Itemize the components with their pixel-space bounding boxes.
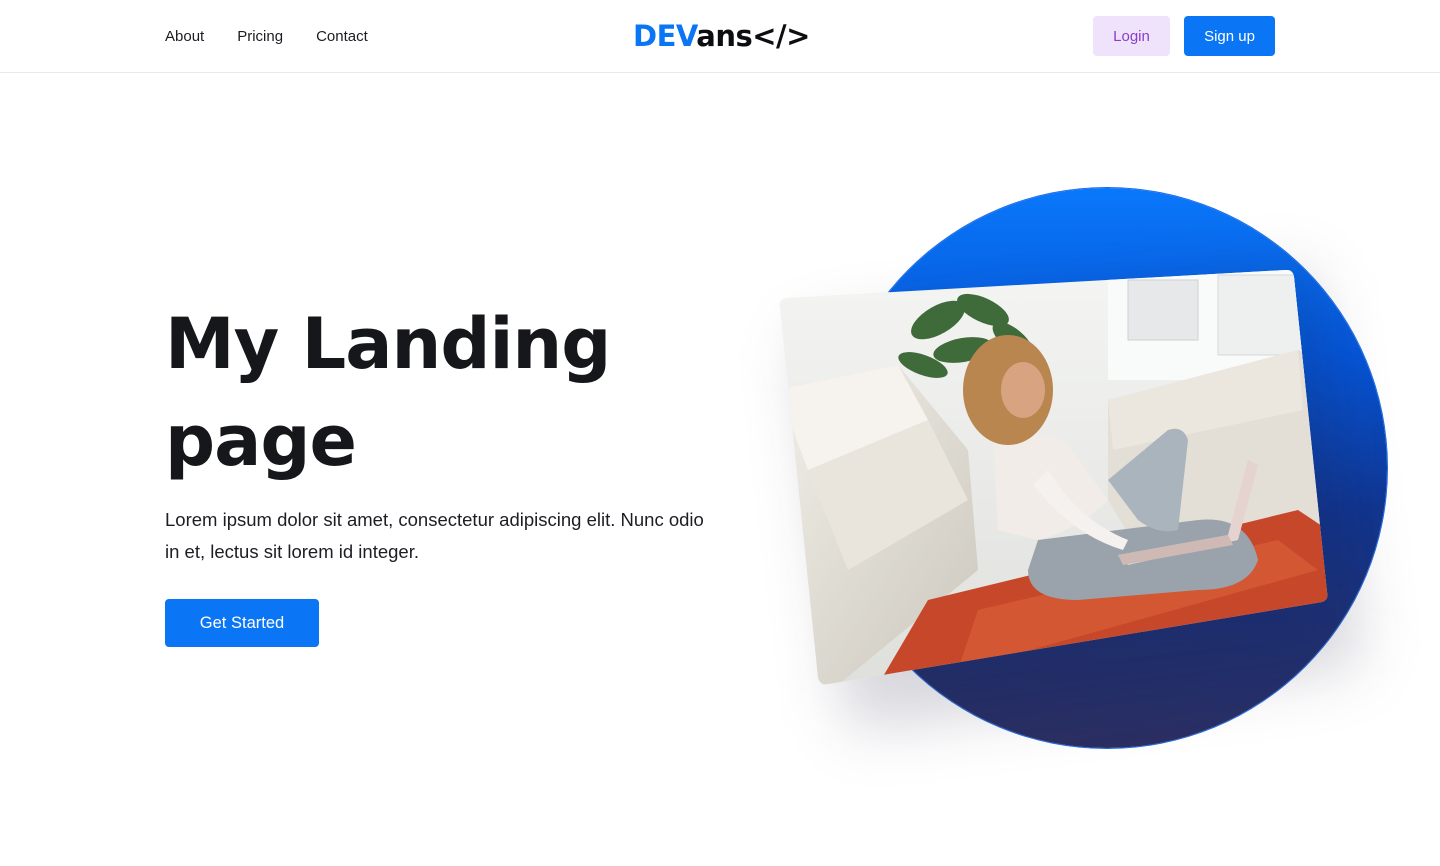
hero-title-line2: page <box>165 400 357 482</box>
hero-title: My Landing page <box>165 296 685 490</box>
hero-photo-illustration <box>779 270 1328 685</box>
hero-photo <box>778 270 1328 685</box>
nav-link-pricing[interactable]: Pricing <box>237 28 283 45</box>
brand-logo[interactable]: DEVans</> <box>633 14 810 58</box>
login-button[interactable]: Login <box>1093 16 1170 56</box>
top-navbar: About Pricing Contact DEVans</> Login Si… <box>0 0 1440 73</box>
logo-part-ans: ans</> <box>696 19 810 53</box>
nav-link-about[interactable]: About <box>165 28 204 45</box>
logo-part-dev: DEV <box>633 19 697 53</box>
nav-link-contact[interactable]: Contact <box>316 28 368 45</box>
main-nav: About Pricing Contact <box>165 0 368 72</box>
auth-buttons: Login Sign up <box>1093 16 1275 56</box>
get-started-button[interactable]: Get Started <box>165 599 319 647</box>
hero-description: Lorem ipsum dolor sit amet, consectetur … <box>165 509 704 562</box>
signup-button[interactable]: Sign up <box>1184 16 1275 56</box>
hero-title-line1: My Landing <box>165 303 611 385</box>
